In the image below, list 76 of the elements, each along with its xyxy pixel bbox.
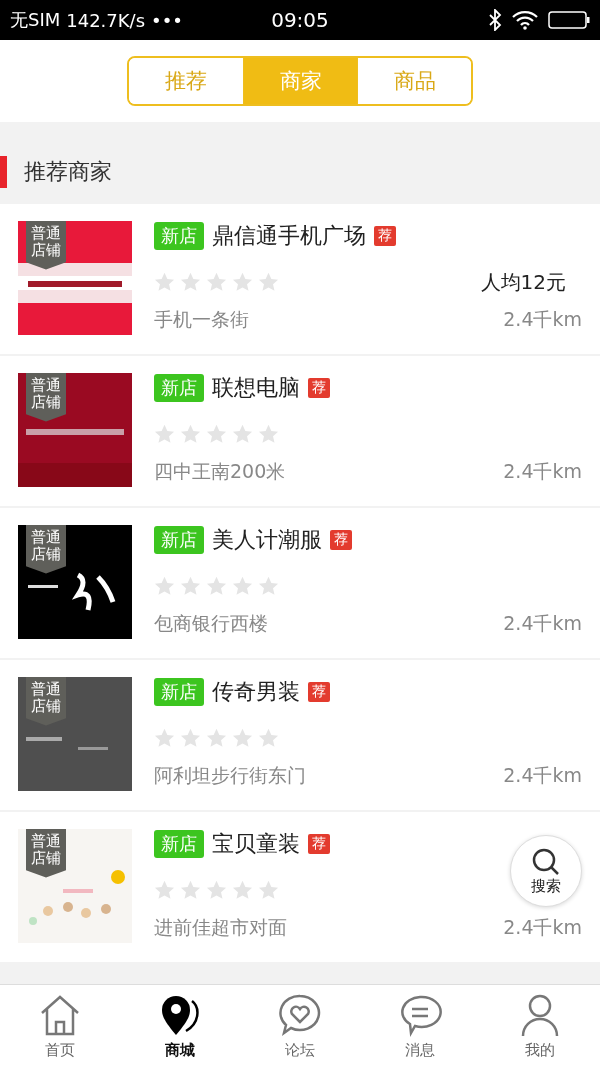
star-icon [180, 728, 201, 748]
shop-ribbon: 普通店铺 [26, 677, 66, 726]
merchant-name: 宝贝童装 [212, 830, 300, 858]
new-store-badge: 新店 [154, 830, 204, 858]
nav-tab[interactable]: 商城 [120, 985, 240, 1067]
star-icon [258, 424, 279, 444]
merchant-card[interactable]: 普通店铺 新店 传奇男装 荐 阿利坦步行街东门 2.4千km [0, 660, 600, 810]
recommend-tag: 荐 [374, 226, 396, 246]
star-icon [154, 576, 175, 596]
merchant-distance: 2.4千km [503, 915, 582, 940]
shop-ribbon: 普通店铺 [26, 829, 66, 878]
star-icon [258, 880, 279, 900]
merchant-card[interactable]: 普通店铺 新店 美人计潮服 荐 包商银行西楼 2.4千km [0, 508, 600, 658]
accent-bar [0, 156, 7, 188]
star-icon [258, 728, 279, 748]
star-icon [154, 880, 175, 900]
nav-tab[interactable]: 首页 [0, 985, 120, 1067]
star-icon [258, 576, 279, 596]
merchant-name: 传奇男装 [212, 678, 300, 706]
bluetooth-icon [488, 9, 502, 31]
merchant-address: 四中王南200米 [154, 459, 286, 484]
carrier-text: 无SIM [10, 8, 61, 32]
section-title: 推荐商家 [24, 158, 112, 186]
star-icon [154, 424, 175, 444]
status-dots: ••• [151, 9, 183, 31]
star-icon [232, 728, 253, 748]
search-icon [531, 846, 561, 877]
merchant-name: 鼎信通手机广场 [212, 222, 366, 250]
shop-ribbon: 普通店铺 [26, 525, 66, 574]
star-icon [258, 272, 279, 292]
star-icon [232, 272, 253, 292]
star-icon [180, 880, 201, 900]
star-icon [206, 272, 227, 292]
recommend-tag: 荐 [308, 378, 330, 398]
merchant-distance: 2.4千km [503, 459, 582, 484]
network-speed: 142.7K/s [66, 9, 146, 31]
merchant-address: 阿利坦步行街东门 [154, 763, 306, 788]
new-store-badge: 新店 [154, 678, 204, 706]
star-icon [206, 880, 227, 900]
merchant-distance: 2.4千km [503, 763, 582, 788]
nav-tab[interactable]: 我的 [480, 985, 600, 1067]
wifi-icon [512, 10, 538, 30]
nav-tab[interactable]: 论坛 [240, 985, 360, 1067]
recommend-tag: 荐 [330, 530, 352, 550]
star-icon [232, 880, 253, 900]
merchant-name: 美人计潮服 [212, 526, 322, 554]
star-icon [206, 576, 227, 596]
chat-heart-icon [278, 992, 322, 1037]
shop-ribbon: 普通店铺 [26, 221, 66, 270]
merchant-card[interactable]: 普通店铺 新店 联想电脑 荐 四中王南200米 2.4千km [0, 356, 600, 506]
star-icon [154, 728, 175, 748]
recommend-tag: 荐 [308, 834, 330, 854]
clock: 09:05 [270, 8, 330, 32]
star-icon [232, 576, 253, 596]
star-icon [206, 728, 227, 748]
battery-icon [548, 11, 590, 29]
shop-ribbon: 普通店铺 [26, 373, 66, 422]
recommend-tag: 荐 [308, 682, 330, 702]
merchant-address: 手机一条街 [154, 307, 249, 332]
star-icon [232, 424, 253, 444]
merchant-name: 联想电脑 [212, 374, 300, 402]
star-icon [206, 424, 227, 444]
star-icon [154, 272, 175, 292]
new-store-badge: 新店 [154, 374, 204, 402]
average-price: 人均12元 [480, 268, 566, 296]
merchant-address: 包商银行西楼 [154, 611, 268, 636]
merchant-distance: 2.4千km [503, 307, 582, 332]
nav-tab[interactable]: 消息 [360, 985, 480, 1067]
merchant-card[interactable]: 普通店铺 新店 鼎信通手机广场 荐 人均12元 手机一条街 2.4千km [0, 204, 600, 354]
new-store-badge: 新店 [154, 222, 204, 250]
merchant-distance: 2.4千km [503, 611, 582, 636]
star-icon [180, 576, 201, 596]
star-icon [180, 272, 201, 292]
merchant-address: 进前佳超市对面 [154, 915, 287, 940]
new-store-badge: 新店 [154, 526, 204, 554]
star-icon [180, 424, 201, 444]
